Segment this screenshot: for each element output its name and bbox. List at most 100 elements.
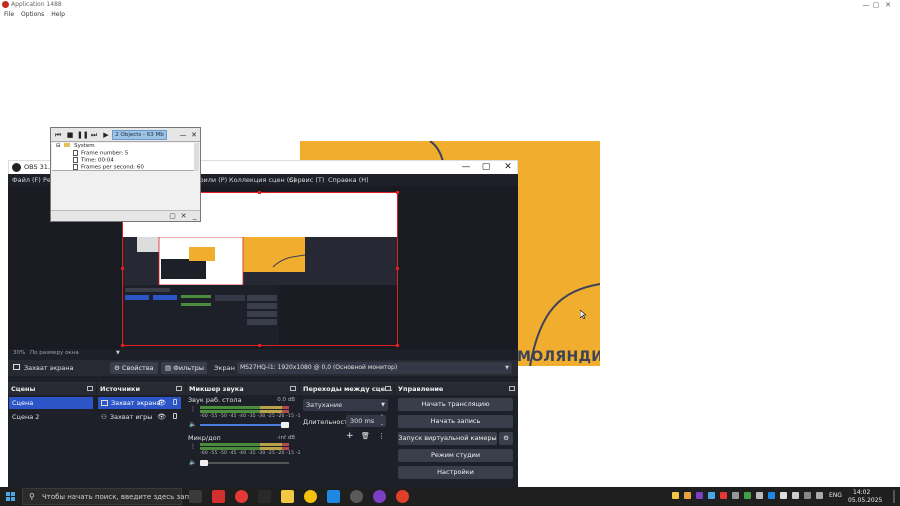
file-explorer-icon[interactable] xyxy=(281,490,294,503)
tray-icon[interactable] xyxy=(696,492,703,499)
application-1488-icon[interactable] xyxy=(396,490,409,503)
volume-knob[interactable] xyxy=(200,460,208,466)
properties-button[interactable]: ⚙ Свойства xyxy=(110,362,158,374)
language-indicator[interactable]: ENG xyxy=(829,492,842,499)
studio-mode-button[interactable]: Режим студии xyxy=(398,449,513,462)
yandex-icon[interactable] xyxy=(212,490,225,503)
tray-icon[interactable] xyxy=(792,492,799,499)
source-item[interactable]: ⚇ Захват игры 👁 xyxy=(98,411,181,423)
filters-button[interactable]: ▤ Фильтры xyxy=(161,362,207,374)
minimize-icon[interactable]: — xyxy=(178,130,188,140)
monitor-select[interactable]: MS27HQ-i1: 1920x1080 @ 0,0 (Основной мон… xyxy=(237,362,512,374)
undock-icon[interactable] xyxy=(176,386,182,391)
scene-item[interactable]: Сцена 2 xyxy=(9,411,93,423)
eye-icon[interactable]: 👁 xyxy=(157,411,166,423)
clock-time[interactable]: 14:02 xyxy=(853,489,870,496)
obs-maximize-button[interactable]: ▢ xyxy=(477,162,495,173)
close-button[interactable]: ✕ xyxy=(878,0,898,10)
tree-item[interactable]: Frame number: 5 xyxy=(73,150,128,157)
obs-menu-scene-collection[interactable]: Коллекция сцен (S) xyxy=(229,176,296,184)
stop-icon[interactable]: ■ xyxy=(65,130,75,140)
resize-handle[interactable] xyxy=(121,267,124,270)
tree-root[interactable]: ⊟ System xyxy=(56,143,95,149)
network-icon[interactable] xyxy=(804,492,811,499)
tray-icon[interactable] xyxy=(744,492,751,499)
tray-icon[interactable] xyxy=(768,492,775,499)
yandex-browser-icon[interactable] xyxy=(235,490,248,503)
resize-handle[interactable] xyxy=(396,267,399,270)
show-desktop-button[interactable] xyxy=(893,490,895,503)
start-streaming-button[interactable]: Начать трансляцию xyxy=(398,398,513,411)
virtual-camera-settings-button[interactable]: ⚙ xyxy=(499,432,513,445)
tray-icon[interactable] xyxy=(720,492,727,499)
play-icon[interactable]: ▶ xyxy=(101,130,111,140)
more-vertical-icon[interactable]: ⋮ xyxy=(378,432,385,440)
tray-icon[interactable] xyxy=(708,492,715,499)
app-purple-icon[interactable] xyxy=(373,490,386,503)
obs-menu-help[interactable]: Справка (H) xyxy=(328,176,369,184)
windows-start-icon[interactable] xyxy=(6,492,15,501)
skip-back-icon[interactable]: ⏮ xyxy=(53,130,63,140)
resize-handle[interactable] xyxy=(258,191,261,194)
close-icon[interactable]: ✕ xyxy=(179,212,188,221)
obs-taskbar-icon[interactable] xyxy=(350,490,363,503)
resize-handle[interactable] xyxy=(396,344,399,347)
close-icon[interactable]: ✕ xyxy=(189,130,199,140)
obs-close-button[interactable]: ✕ xyxy=(499,162,517,173)
duration-input[interactable]: 300 ms ⌃ ⌄ xyxy=(346,414,386,428)
undock-icon[interactable] xyxy=(87,386,93,391)
volume-knob[interactable] xyxy=(281,422,289,428)
window-icon[interactable]: ▢ xyxy=(168,212,177,221)
chrome-icon[interactable] xyxy=(304,490,317,503)
add-transition-icon[interactable]: + xyxy=(346,431,354,441)
eye-icon[interactable]: 👁 xyxy=(157,397,166,409)
scene-item[interactable]: Сцена xyxy=(9,397,93,409)
start-recording-button[interactable]: Начать запись xyxy=(398,415,513,428)
tray-icon[interactable] xyxy=(732,492,739,499)
chevron-down-icon[interactable]: ▼ xyxy=(116,350,120,356)
lock-icon[interactable] xyxy=(173,399,177,405)
speaker-icon[interactable]: 🔈 xyxy=(189,459,196,466)
lock-icon[interactable] xyxy=(173,413,177,419)
start-virtual-camera-button[interactable]: Запуск виртуальной камеры xyxy=(398,432,497,445)
task-view-icon[interactable] xyxy=(189,490,202,503)
resize-handle[interactable] xyxy=(121,344,124,347)
collapse-icon[interactable]: ⊟ xyxy=(56,143,61,149)
volume-icon[interactable] xyxy=(816,492,823,499)
minimize-icon[interactable]: _ xyxy=(190,212,199,221)
source-item[interactable]: Захват экрана 👁 xyxy=(98,397,181,409)
obs-minimize-button[interactable]: — xyxy=(457,162,475,173)
obs-menu-file[interactable]: Файл (F) xyxy=(12,176,41,184)
volume-slider[interactable] xyxy=(200,460,289,466)
steam-icon[interactable] xyxy=(327,490,340,503)
speaker-icon[interactable]: 🔈 xyxy=(189,421,196,428)
obs-menu-profiles[interactable]: фили (P) xyxy=(198,176,227,184)
tray-icon[interactable] xyxy=(672,492,679,499)
menu-file[interactable]: File xyxy=(4,10,14,20)
tray-icon[interactable] xyxy=(684,492,691,499)
clock-date[interactable]: 05.05.2025 xyxy=(848,497,882,504)
tree-item[interactable]: Frames per second: 60 xyxy=(73,164,144,171)
trash-icon[interactable]: 🗑 xyxy=(361,432,370,440)
transition-select[interactable]: Затухание ▼ xyxy=(303,399,388,411)
app-icon[interactable] xyxy=(258,490,271,503)
tray-icon[interactable] xyxy=(756,492,763,499)
taskbar-search-input[interactable]: ⚲ Чтобы начать поиск, введите здесь запр… xyxy=(22,488,202,505)
obs-menu-tools[interactable]: Сервис (T) xyxy=(289,176,324,184)
undock-icon[interactable] xyxy=(509,386,515,391)
tree-item[interactable]: Time: 00:04 xyxy=(73,157,114,164)
undock-icon[interactable] xyxy=(385,386,391,391)
settings-button[interactable]: Настройки xyxy=(398,466,513,479)
tray-icon[interactable] xyxy=(780,492,787,499)
step-forward-icon[interactable]: ⏭ xyxy=(89,130,99,140)
menu-options[interactable]: Options xyxy=(21,10,44,20)
pause-icon[interactable]: ❚❚ xyxy=(77,130,89,140)
zoom-mode[interactable]: По размеру окна xyxy=(30,350,79,356)
more-vertical-icon[interactable]: ⋮ xyxy=(190,407,196,413)
menu-help[interactable]: Help xyxy=(51,10,65,20)
resize-handle[interactable] xyxy=(258,344,261,347)
resize-handle[interactable] xyxy=(396,191,399,194)
spinner-icon[interactable]: ⌃ ⌄ xyxy=(380,414,384,428)
more-vertical-icon[interactable]: ⋮ xyxy=(190,444,196,450)
volume-slider[interactable] xyxy=(200,422,289,428)
